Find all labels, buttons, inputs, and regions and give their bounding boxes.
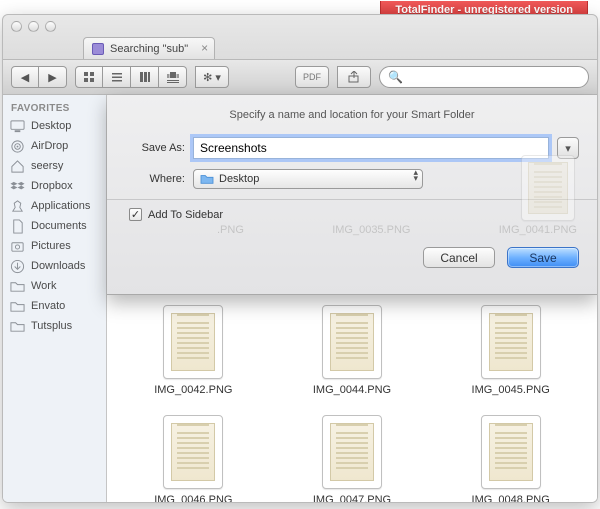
where-popup[interactable]: Desktop: [193, 169, 423, 189]
file-grid: IMG_0042.PNG IMG_0044.PNG IMG_0045.PNG I…: [107, 299, 597, 502]
where-value: Desktop: [219, 173, 259, 185]
view-segment: [75, 66, 187, 88]
file-name: IMG_0044.PNG: [313, 384, 391, 396]
sidebar-item-label: Dropbox: [31, 180, 73, 192]
sidebar-item-desktop[interactable]: Desktop: [3, 116, 106, 136]
folder-icon: [9, 298, 25, 314]
sidebar-item-home[interactable]: seersy: [3, 156, 106, 176]
coverflow-view-button[interactable]: [159, 66, 187, 88]
saveas-input[interactable]: [193, 137, 549, 159]
file-item[interactable]: IMG_0044.PNG: [278, 299, 427, 409]
sidebar-section-favorites: FAVORITES: [3, 99, 106, 116]
finder-window: Searching "sub" × ◀ ▶ ✻ ▾: [2, 14, 598, 503]
where-label: Where:: [125, 173, 185, 185]
action-segment: ✻ ▾: [195, 66, 229, 88]
tab-close-icon[interactable]: ×: [201, 42, 208, 54]
sidebar-item-dropbox[interactable]: Dropbox: [3, 176, 106, 196]
sheet-heading: Specify a name and location for your Sma…: [125, 109, 579, 121]
folder-icon: [9, 278, 25, 294]
sidebar-item-label: Downloads: [31, 260, 85, 272]
sidebar-item-tutsplus[interactable]: Tutsplus: [3, 316, 106, 336]
file-name: IMG_0046.PNG: [154, 494, 232, 502]
back-button[interactable]: ◀: [11, 66, 39, 88]
pictures-icon: [9, 238, 25, 254]
home-icon: [9, 158, 25, 174]
forward-button[interactable]: ▶: [39, 66, 67, 88]
file-name: IMG_0047.PNG: [313, 494, 391, 502]
share-button[interactable]: [337, 66, 371, 88]
search-input[interactable]: [408, 71, 580, 83]
sidebar: FAVORITES Desktop AirDrop seersy Dropbox…: [3, 95, 107, 502]
file-item[interactable]: IMG_0048.PNG: [436, 409, 585, 502]
sidebar-item-label: Applications: [31, 200, 90, 212]
save-sheet: Specify a name and location for your Sma…: [107, 95, 597, 295]
icon-view-button[interactable]: [75, 66, 103, 88]
airdrop-icon: [9, 138, 25, 154]
sidebar-item-label: AirDrop: [31, 140, 68, 152]
toolbar: ◀ ▶ ✻ ▾ PDF: [3, 59, 597, 95]
folder-icon: [9, 318, 25, 334]
close-window-button[interactable]: [11, 21, 22, 32]
search-field[interactable]: 🔍: [379, 66, 589, 88]
sidebar-item-work[interactable]: Work: [3, 276, 106, 296]
file-item[interactable]: IMG_0045.PNG: [436, 299, 585, 409]
list-view-button[interactable]: [103, 66, 131, 88]
checkbox-checked-icon[interactable]: ✓: [129, 208, 142, 221]
traffic-lights: [3, 21, 56, 32]
file-name: IMG_0048.PNG: [472, 494, 550, 502]
sidebar-item-label: seersy: [31, 160, 63, 172]
save-button[interactable]: Save: [507, 247, 579, 268]
saveas-label: Save As:: [125, 142, 185, 154]
sidebar-item-label: Documents: [31, 220, 87, 232]
titlebar: [3, 15, 597, 37]
file-name: IMG_0042.PNG: [154, 384, 232, 396]
sidebar-item-label: Desktop: [31, 120, 71, 132]
dropbox-icon: [9, 178, 25, 194]
file-name: IMG_0045.PNG: [472, 384, 550, 396]
add-to-sidebar-row[interactable]: ✓ Add To Sidebar: [129, 208, 579, 221]
sidebar-item-documents[interactable]: Documents: [3, 216, 106, 236]
cancel-button[interactable]: Cancel: [423, 247, 495, 268]
file-item[interactable]: IMG_0042.PNG: [119, 299, 268, 409]
sidebar-item-airdrop[interactable]: AirDrop: [3, 136, 106, 156]
tab-current[interactable]: Searching "sub" ×: [83, 37, 215, 59]
smart-folder-icon: [92, 43, 104, 55]
desktop-icon: [9, 118, 25, 134]
add-to-sidebar-label: Add To Sidebar: [148, 209, 223, 221]
sidebar-item-label: Pictures: [31, 240, 71, 252]
sidebar-item-envato[interactable]: Envato: [3, 296, 106, 316]
downloads-icon: [9, 258, 25, 274]
column-view-button[interactable]: [131, 66, 159, 88]
quicklook-button[interactable]: PDF: [295, 66, 329, 88]
file-item[interactable]: IMG_0046.PNG: [119, 409, 268, 502]
nav-segment: ◀ ▶: [11, 66, 67, 88]
minimize-window-button[interactable]: [28, 21, 39, 32]
ghost-labels: .PNG IMG_0035.PNG IMG_0041.PNG: [217, 224, 577, 236]
zoom-window-button[interactable]: [45, 21, 56, 32]
share-segment: [337, 66, 371, 88]
sidebar-item-label: Work: [31, 280, 56, 292]
tab-bar: Searching "sub" ×: [3, 37, 597, 59]
folder-icon: [200, 173, 214, 185]
search-icon: 🔍: [388, 70, 403, 84]
tab-title: Searching "sub": [110, 43, 188, 55]
sidebar-item-downloads[interactable]: Downloads: [3, 256, 106, 276]
ghost-thumb: [521, 155, 581, 221]
applications-icon: [9, 198, 25, 214]
sidebar-item-label: Tutsplus: [31, 320, 72, 332]
sidebar-item-applications[interactable]: Applications: [3, 196, 106, 216]
action-menu-button[interactable]: ✻ ▾: [195, 66, 229, 88]
documents-icon: [9, 218, 25, 234]
file-item[interactable]: IMG_0047.PNG: [278, 409, 427, 502]
sidebar-item-label: Envato: [31, 300, 65, 312]
sidebar-item-pictures[interactable]: Pictures: [3, 236, 106, 256]
